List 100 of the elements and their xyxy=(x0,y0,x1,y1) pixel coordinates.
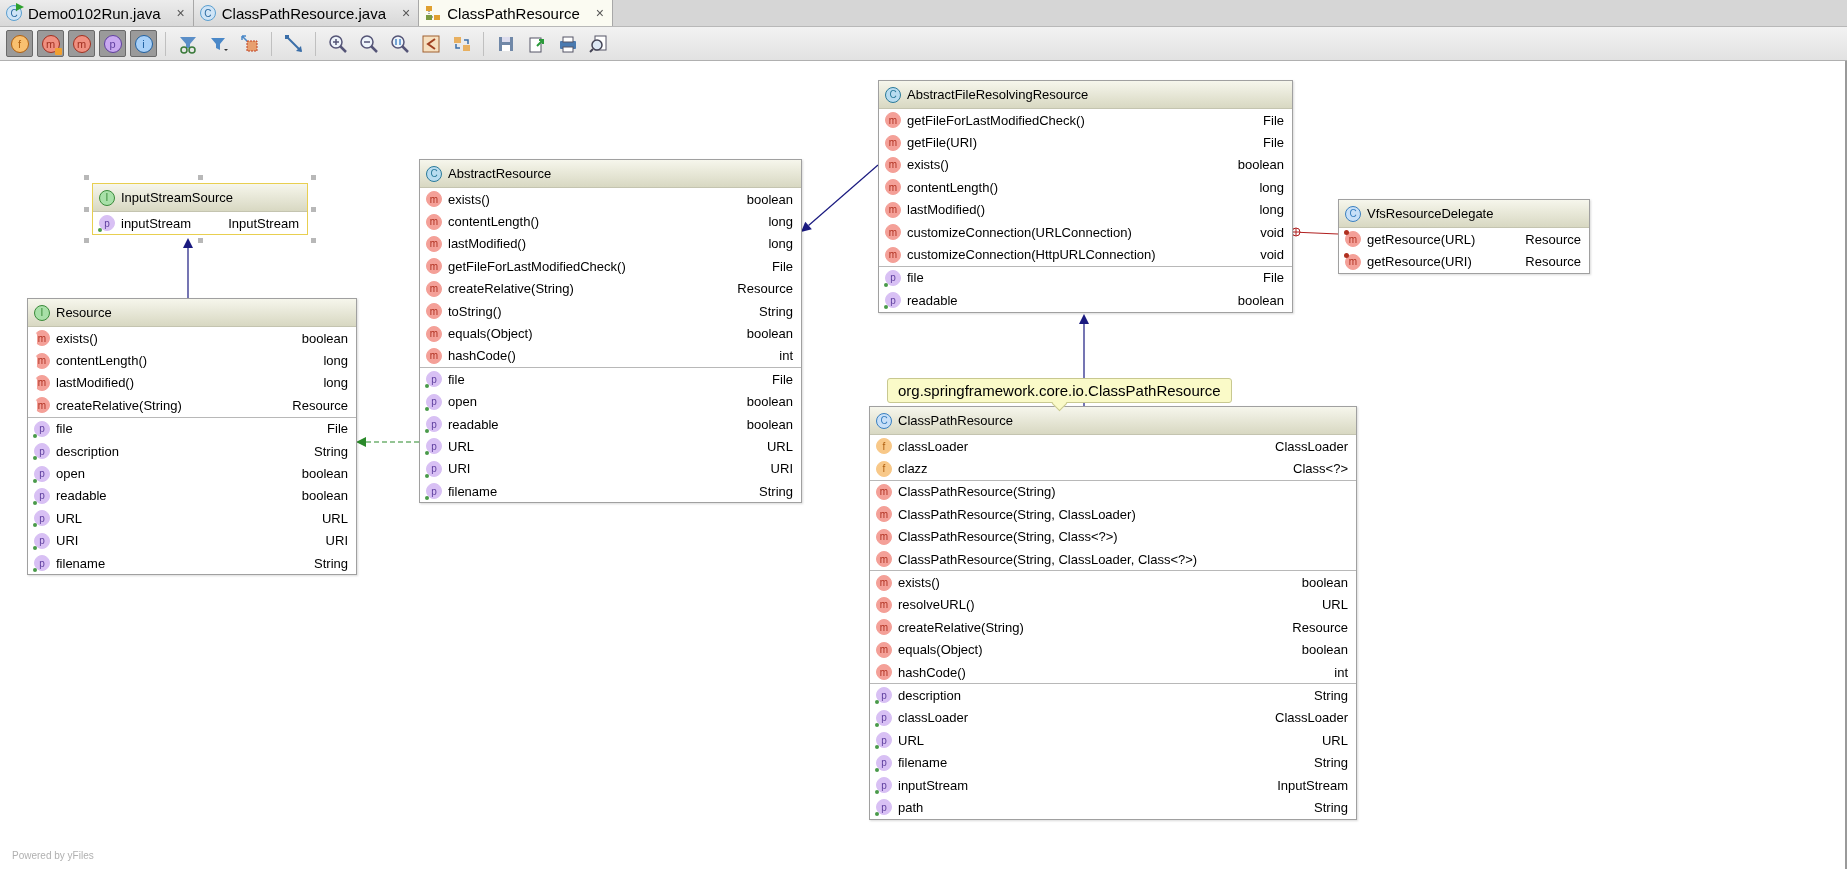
member-type: Resource xyxy=(1525,254,1581,270)
inner-classes-toggle[interactable]: i xyxy=(130,30,157,57)
editor-tab[interactable]: C Demo0102Run.java × xyxy=(0,0,194,26)
member-type: boolean xyxy=(301,488,348,504)
method-icon: m xyxy=(876,574,892,591)
close-icon[interactable]: × xyxy=(402,5,411,21)
selection-handle[interactable] xyxy=(84,175,89,180)
member-type: ClassLoader xyxy=(1275,710,1348,726)
member-type: Resource xyxy=(1525,231,1581,247)
member-type: boolean xyxy=(1237,292,1284,308)
member-type: void xyxy=(1260,247,1284,263)
member-name: lastModified() xyxy=(56,375,136,391)
member-type: boolean xyxy=(746,394,793,410)
abstract-method-icon: m xyxy=(34,374,50,391)
property-icon: p xyxy=(34,487,50,504)
abstract-class-icon: C xyxy=(885,86,901,103)
class-box[interactable] xyxy=(869,406,1357,820)
member-name: getFile(URI) xyxy=(907,135,979,151)
methods-toggle[interactable]: m xyxy=(68,30,95,57)
class-name: AbstractFileResolvingResource xyxy=(907,87,1089,102)
member-name: lastModified() xyxy=(448,236,528,252)
member-name: filename xyxy=(898,755,949,771)
method-icon: m xyxy=(426,235,442,252)
interface-icon: I xyxy=(99,189,115,206)
abstract-method-icon: m xyxy=(34,397,50,414)
class-name: VfsResourceDelegate xyxy=(1367,206,1494,221)
member-type: ClassLoader xyxy=(1275,438,1348,454)
member-name: URI xyxy=(56,533,80,549)
close-icon[interactable]: × xyxy=(595,5,604,21)
member-type: File xyxy=(772,371,793,387)
member-type: File xyxy=(327,421,348,437)
constructors-toggle[interactable]: m xyxy=(37,30,64,57)
member-type: boolean xyxy=(301,466,348,482)
member-type: File xyxy=(1263,135,1284,151)
diagram-icon xyxy=(425,5,442,21)
member-name: resolveURL() xyxy=(898,597,976,613)
member-type: URL xyxy=(322,510,348,526)
selection-handle[interactable] xyxy=(84,207,89,213)
method-icon: m xyxy=(876,551,892,568)
property-icon: p xyxy=(426,371,442,388)
member-name: classLoader xyxy=(898,710,970,726)
member-name: exists() xyxy=(907,157,950,173)
property-icon: p xyxy=(876,799,892,816)
implementation-arrow xyxy=(356,437,420,447)
member-name: exists() xyxy=(898,575,941,591)
member-name: customizeConnection(URLConnection) xyxy=(907,224,1133,240)
class-box[interactable] xyxy=(27,298,357,576)
member-type: long xyxy=(1259,179,1284,195)
property-icon: p xyxy=(876,777,892,794)
member-type: long xyxy=(323,375,348,391)
member-type: boolean xyxy=(746,191,793,207)
method-icon: m xyxy=(885,134,901,151)
member-name: file xyxy=(907,270,925,286)
zoom-out-icon xyxy=(358,33,379,54)
member-type: String xyxy=(1314,755,1348,771)
selection-handle[interactable] xyxy=(198,175,203,180)
member-type: long xyxy=(1259,202,1284,218)
selection-handle[interactable] xyxy=(84,238,89,244)
member-name: getFileForLastModifiedCheck() xyxy=(907,112,1086,128)
member-name: file xyxy=(448,371,466,387)
selection-handle[interactable] xyxy=(311,175,316,180)
member-type: URL xyxy=(1322,597,1348,613)
method-icon: m xyxy=(426,303,442,320)
selection-handle[interactable] xyxy=(311,238,316,244)
class-box[interactable]: C VfsResourceDelegate m getResource(URL) Resource m getResource(URI) Resource xyxy=(1338,199,1590,274)
static-method-icon: m xyxy=(1345,253,1361,270)
method-icon: m xyxy=(885,179,901,196)
member-name: file xyxy=(56,421,74,437)
property-icon: p xyxy=(885,292,901,309)
property-icon: p xyxy=(34,443,50,460)
runnable-class-icon: C xyxy=(6,5,22,21)
member-type: int xyxy=(1334,664,1348,680)
member-name: filename xyxy=(56,555,107,571)
member-type: URL xyxy=(767,439,793,454)
member-name: exists() xyxy=(56,330,99,346)
class-box[interactable] xyxy=(878,80,1293,313)
method-icon: m xyxy=(885,112,901,129)
close-icon[interactable]: × xyxy=(176,5,185,21)
member-type: String xyxy=(759,483,793,499)
property-icon: p xyxy=(876,709,892,726)
inheritance-arrow xyxy=(183,238,193,299)
fit-content-icon xyxy=(239,33,260,54)
class-name: ClassPathResource xyxy=(898,413,1013,428)
print-preview-icon xyxy=(588,33,609,54)
member-type: URI xyxy=(770,461,793,477)
abstract-method-icon: m xyxy=(34,352,50,369)
editor-tab[interactable]: ClassPathResource × xyxy=(419,0,613,26)
member-name: contentLength() xyxy=(907,179,1000,195)
member-name: filename xyxy=(448,483,499,499)
member-type: Class<?> xyxy=(1293,461,1348,477)
member-type: boolean xyxy=(746,326,793,342)
class-box[interactable] xyxy=(419,159,802,504)
selection-handle[interactable] xyxy=(198,238,203,244)
selection-handle[interactable] xyxy=(311,207,316,213)
properties-toggle[interactable]: p xyxy=(99,30,126,57)
editor-tab[interactable]: C ClassPathResource.java × xyxy=(193,0,420,26)
member-type: File xyxy=(1263,270,1284,286)
method-icon: m xyxy=(426,280,442,297)
property-icon: p xyxy=(876,732,892,749)
member-name: getResource(URL) xyxy=(1367,231,1477,247)
